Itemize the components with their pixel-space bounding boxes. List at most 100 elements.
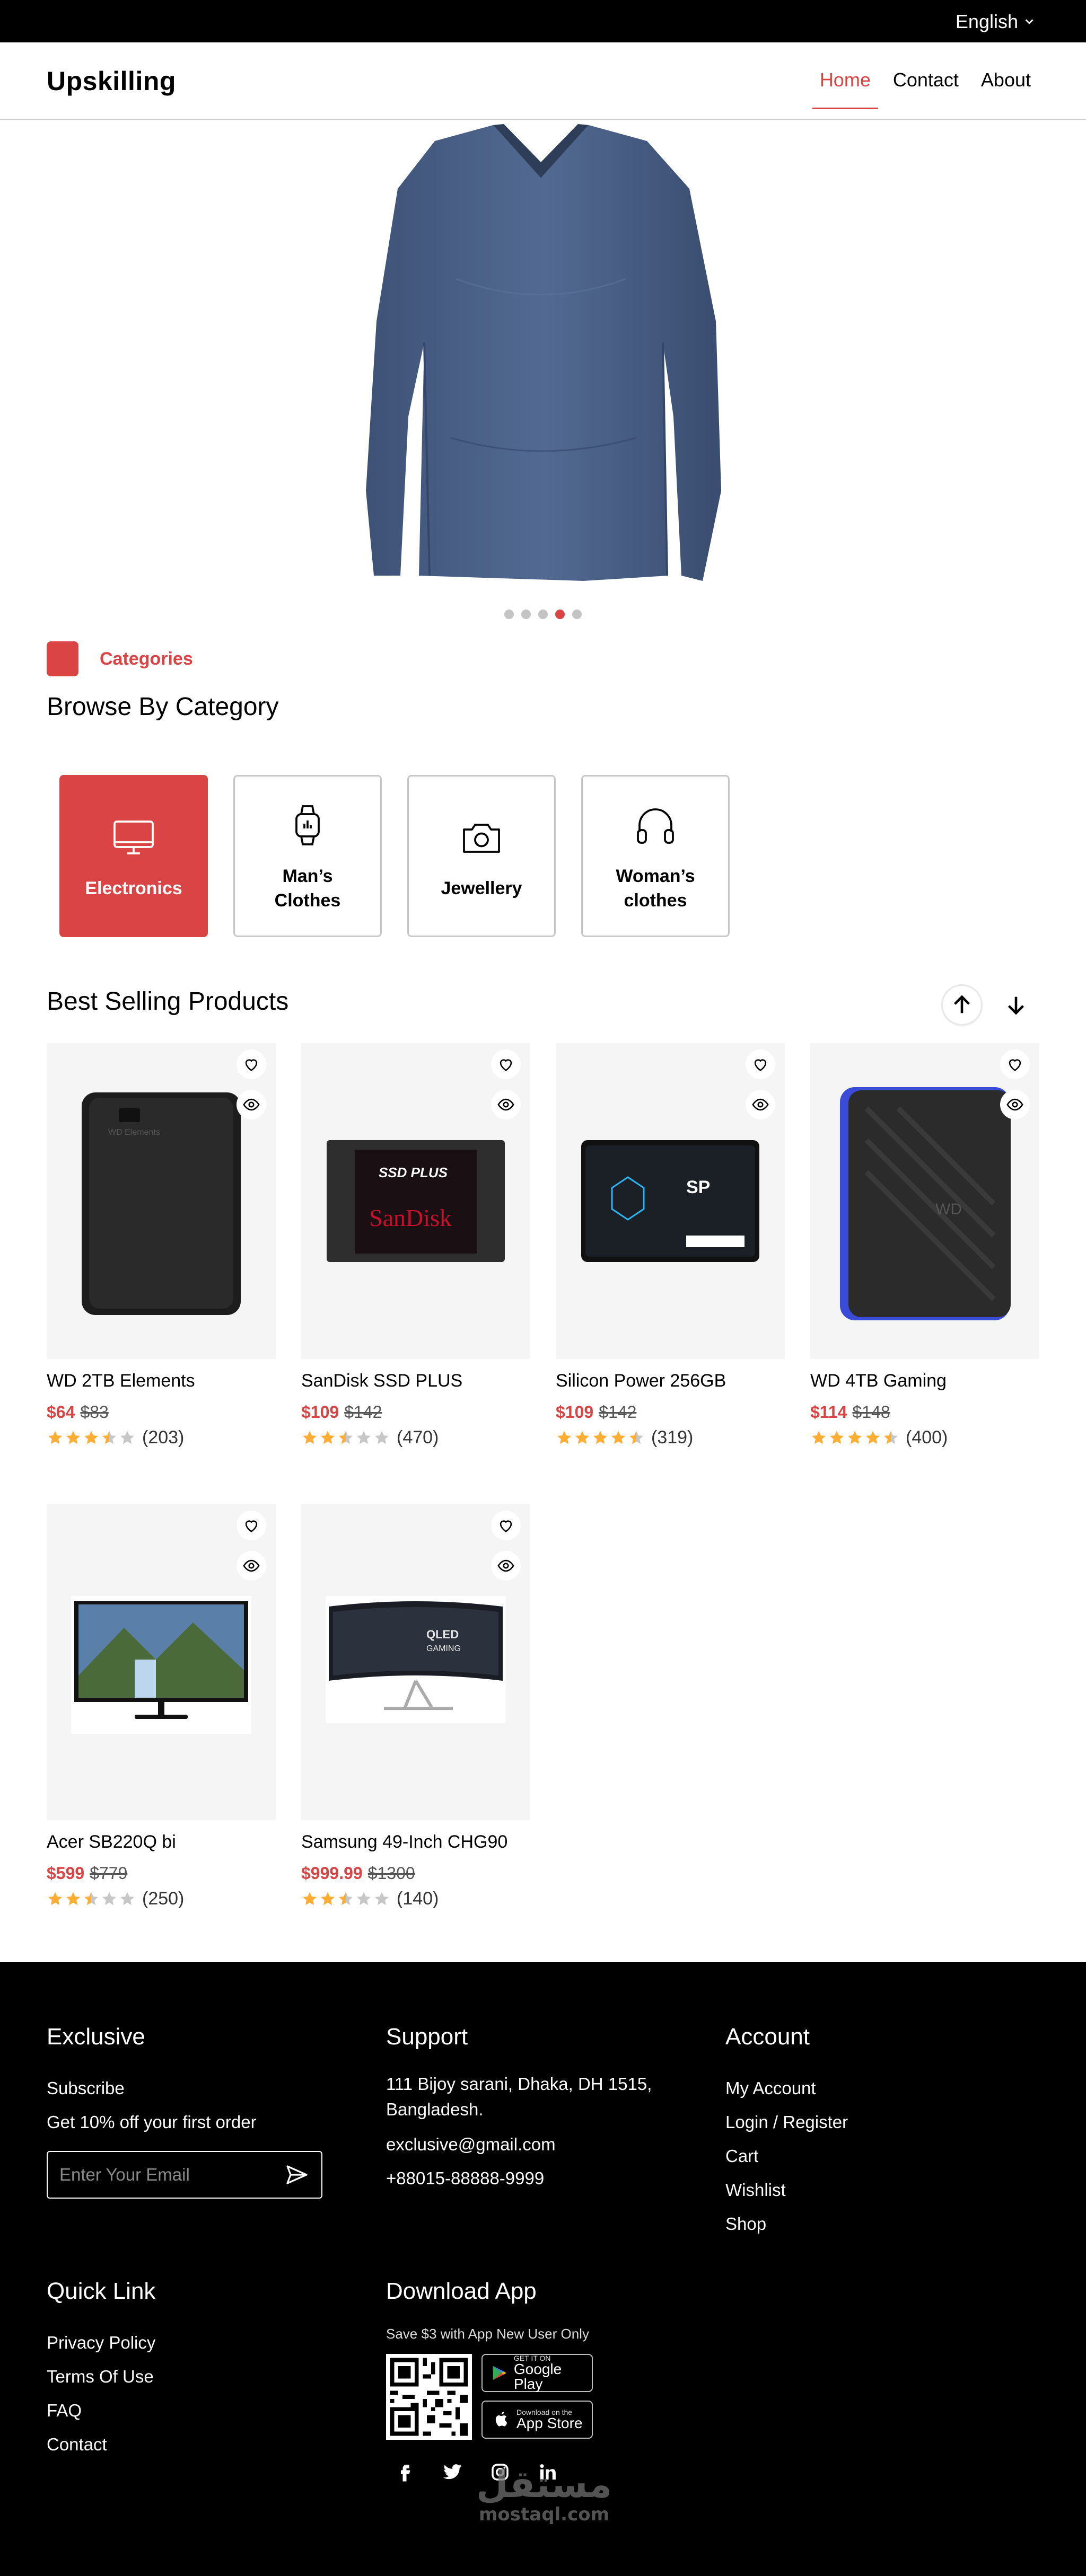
app-store-button[interactable]: Download on the App Store [481,2401,593,2439]
wishlist-button[interactable] [237,1511,266,1540]
star-icon [84,1431,99,1444]
quick-view-button[interactable] [237,1551,266,1581]
product-name[interactable]: SanDisk SSD PLUS [301,1371,530,1394]
product-old-price: $142 [599,1402,637,1422]
star-icon [611,1431,626,1444]
facebook-icon[interactable] [393,2461,416,2486]
category-jewellery[interactable]: Jewellery [407,775,556,937]
product-old-price: $779 [90,1864,128,1883]
footer-support: Support 111 Bijoy sarani, Dhaka, DH 1515… [386,2024,662,2195]
send-icon[interactable] [284,2162,310,2187]
link-privacy-policy[interactable]: Privacy Policy [47,2326,155,2360]
monitor-icon [108,812,159,866]
link-contact[interactable]: Contact [47,2428,155,2462]
link-shop[interactable]: Shop [725,2207,848,2241]
watermark-latin: mostaql.com [478,2504,610,2525]
carousel-dot-active[interactable] [555,610,565,619]
link-login-register[interactable]: Login / Register [725,2105,848,2139]
link-wishlist[interactable]: Wishlist [725,2173,848,2207]
product-card[interactable]: WD WD 4TB Gaming $114 $148 (400) [810,1043,1039,1448]
product-card[interactable]: WD Elements WD 2TB Elements $64 $83 (203… [47,1043,276,1448]
support-email[interactable]: exclusive@gmail.com [386,2128,662,2162]
link-cart[interactable]: Cart [725,2139,848,2173]
star-icon [320,1892,335,1905]
product-name[interactable]: Acer SB220Q bi [47,1832,276,1855]
ssd-silicon-power-image: SP [580,1077,760,1326]
quick-view-button[interactable] [746,1090,775,1119]
product-image-area: WD Elements [47,1043,276,1359]
product-card[interactable]: Acer SB220Q bi $599 $779 (250) [47,1504,276,1909]
carousel-dot[interactable] [538,610,548,619]
link-my-account[interactable]: My Account [725,2071,848,2105]
email-input[interactable] [59,2165,261,2185]
category-womans-clothes[interactable]: Woman’s clothes [581,775,730,937]
quick-view-button[interactable] [1000,1090,1030,1119]
google-play-icon [493,2366,506,2380]
product-price: $114 [810,1402,847,1422]
product-card[interactable]: QLED GAMING Samsung 49-Inch CHG90 $999.99… [301,1504,530,1909]
nav-contact[interactable]: Contact [893,69,959,91]
star-icon [374,1431,389,1444]
wishlist-button[interactable] [237,1049,266,1079]
quick-view-button[interactable] [491,1090,521,1119]
product-card[interactable]: SP Silicon Power 256GB $109 $142 (319) [556,1043,785,1448]
support-phone[interactable]: +88015-88888-9999 [386,2162,662,2195]
product-rating: (250) [47,1889,276,1909]
language-selector[interactable]: English [956,11,1035,33]
product-name[interactable]: Samsung 49-Inch CHG90 [301,1832,530,1855]
star-icon [338,1892,353,1905]
link-faq[interactable]: FAQ [47,2394,155,2428]
product-price: $109 [301,1402,339,1422]
arrow-up-button[interactable] [943,986,981,1024]
product-name[interactable]: WD 4TB Gaming [810,1371,1039,1394]
product-card[interactable]: SSD PLUS SanDisk SanDisk SSD PLUS $109 $1… [301,1043,530,1448]
category-mans-clothes[interactable]: Man’s Clothes [233,775,382,937]
star-icon [120,1431,135,1444]
logo[interactable]: Upskilling [47,66,176,96]
download-note: Save $3 with App New User Only [386,2326,589,2342]
review-count: (400) [906,1427,948,1448]
footer-account: Account My Account Login / Register Cart… [725,2024,848,2241]
wishlist-button[interactable] [491,1049,521,1079]
footer-account-title: Account [725,2024,810,2050]
footer-download-app: Download App Save $3 with App New User O… [386,2278,593,2486]
product-name[interactable]: WD 2TB Elements [47,1371,276,1394]
arrow-down-button[interactable] [997,986,1035,1024]
categories-tag: Categories [47,641,193,676]
star-icon [302,1892,317,1905]
category-electronics[interactable]: Electronics [59,775,208,937]
carousel-dot[interactable] [572,610,582,619]
google-play-button[interactable]: GET IT ON Google Play [481,2354,593,2392]
carousel-dot[interactable] [504,610,514,619]
review-count: (140) [397,1889,439,1909]
offer-text: Get 10% off your first order [47,2112,257,2132]
language-label: English [955,11,1018,32]
carousel-dot[interactable] [521,610,531,619]
nav-home[interactable]: Home [812,69,878,109]
category-label: Woman’s clothes [616,866,695,911]
product-rating: (470) [301,1427,530,1448]
wishlist-button[interactable] [1000,1049,1030,1079]
wishlist-button[interactable] [746,1049,775,1079]
star-icon [66,1892,81,1905]
eye-icon [497,1559,514,1572]
link-terms-of-use[interactable]: Terms Of Use [47,2360,155,2394]
nav-about[interactable]: About [981,69,1031,91]
top-bar: English [0,0,1086,42]
star-icon [356,1431,371,1444]
svg-text:SP: SP [686,1177,710,1197]
product-rating: (319) [556,1427,785,1448]
star-icon [66,1431,81,1444]
product-nav-arrows [943,986,1035,1024]
product-price: $599 [47,1864,85,1883]
footer-exclusive: Exclusive Subscribe Get 10% off your fir… [47,2024,322,2199]
product-name[interactable]: Silicon Power 256GB [556,1371,785,1394]
quick-view-button[interactable] [237,1090,266,1119]
rating-stars [556,1430,645,1446]
main-nav: Home Contact About [812,69,1031,109]
twitter-icon[interactable] [441,2461,463,2486]
eye-icon [752,1098,769,1111]
quick-view-button[interactable] [491,1551,521,1581]
wishlist-button[interactable] [491,1511,521,1540]
apple-icon [495,2412,507,2427]
